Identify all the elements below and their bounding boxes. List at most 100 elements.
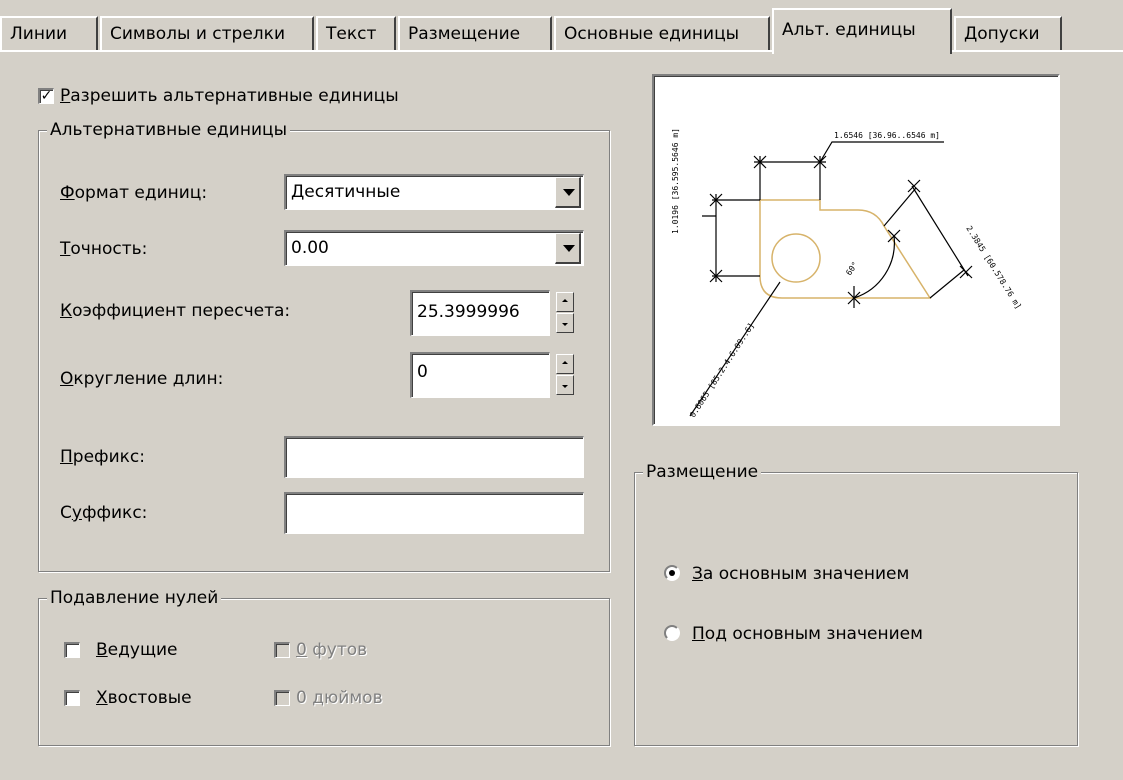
suffix-label: Суффикс:	[60, 502, 147, 524]
hotkey: О	[60, 369, 74, 389]
arrow-up-icon	[562, 361, 568, 364]
tab-alternate-units[interactable]: Альт. единицы	[772, 8, 952, 54]
tab-primary-units[interactable]: Основные единицы	[554, 16, 770, 50]
hotkey: 0	[296, 640, 307, 660]
tick-marks	[709, 155, 973, 305]
tab-fit[interactable]: Размещение	[398, 16, 552, 50]
precision-dropdown-button[interactable]	[555, 233, 581, 264]
leading-zeros-label[interactable]: Ведущие	[96, 639, 177, 661]
below-primary-label[interactable]: Под основным значением	[692, 623, 923, 645]
select-value: 0.00	[291, 238, 329, 258]
label-text: азрешить альтернативные единицы	[70, 86, 399, 106]
label-text: 0	[296, 688, 313, 708]
zero-feet-checkbox[interactable]	[274, 642, 290, 658]
right-dimension-label: 2.3845 [60.578.76 m]	[964, 224, 1023, 310]
below-primary-radio[interactable]	[664, 625, 680, 641]
tab-label: Допуски	[964, 24, 1040, 44]
input-value: 0	[417, 362, 428, 382]
tab-tolerances[interactable]: Допуски	[954, 16, 1062, 50]
label-text: рефикс:	[72, 447, 145, 467]
hotkey: Т	[60, 239, 71, 259]
radio-dot	[669, 570, 675, 576]
label-text: очность:	[70, 239, 148, 259]
enable-alt-units-label[interactable]: Разрешить альтернативные единицы	[60, 85, 399, 107]
zero-feet-label: 0 футов	[296, 639, 367, 661]
label-text: ормат единиц:	[74, 183, 208, 203]
dimension-labels: 1.6546 [36.96..6546 m] 1.0196 [36.595.56…	[671, 128, 1023, 419]
prefix-input[interactable]	[284, 436, 584, 478]
round-spin-up[interactable]	[556, 354, 574, 374]
tab-lines[interactable]: Линии	[0, 16, 98, 50]
hotkey: В	[96, 640, 108, 660]
arrow-down-icon	[562, 323, 568, 326]
group-title: Размещение	[643, 461, 762, 483]
label-text: ффикс:	[81, 503, 148, 523]
part-outline	[759, 199, 932, 299]
tab-symbols-arrows[interactable]: Символы и стрелки	[100, 16, 314, 50]
group-title: Альтернативные единицы	[47, 119, 290, 141]
round-spin-down[interactable]	[556, 375, 574, 395]
after-primary-label[interactable]: За основным значением	[692, 563, 909, 585]
input-value: 25.3999996	[417, 302, 520, 322]
label-text: кругление длин:	[73, 369, 224, 389]
label-text: а основным значением	[702, 564, 910, 584]
suffix-input[interactable]	[284, 492, 584, 534]
enable-alt-units-checkbox[interactable]: ✓	[38, 88, 54, 104]
tab-text[interactable]: Текст	[316, 16, 396, 50]
dimension-preview: 1.6546 [36.96..6546 m] 1.0196 [36.595.56…	[652, 74, 1060, 426]
trailing-zeros-checkbox[interactable]	[64, 690, 80, 706]
label-text: юймов	[324, 688, 383, 708]
after-primary-radio[interactable]	[664, 565, 680, 581]
precision-select[interactable]: 0.00	[284, 230, 584, 266]
chevron-down-icon	[563, 245, 575, 252]
unit-format-dropdown-button[interactable]	[555, 177, 581, 208]
round-label: Округление длин:	[60, 368, 223, 390]
hotkey: у	[71, 503, 82, 523]
top-dimension-label: 1.6546 [36.96..6546 m]	[834, 131, 940, 140]
hotkey: П	[692, 624, 705, 644]
angle-dimension-label: 60°	[844, 260, 860, 277]
precision-label: Точность:	[60, 238, 147, 260]
left-dimension-label: 1.0196 [36.595.5646 m]	[671, 128, 680, 234]
zero-inches-checkbox[interactable]	[274, 690, 290, 706]
hotkey: Ф	[60, 183, 75, 203]
tab-label: Линии	[10, 24, 68, 44]
label-text: оэффициент пересчета:	[72, 301, 291, 321]
tab-label: Текст	[326, 24, 377, 44]
trailing-zeros-label[interactable]: Хвостовые	[96, 687, 192, 709]
label-text: едущие	[107, 640, 178, 660]
group-title: Подавление нулей	[47, 587, 222, 609]
placement-group: Размещение	[634, 461, 1078, 746]
unit-format-label: Формат единиц:	[60, 182, 207, 204]
multiplier-spin-up[interactable]	[556, 292, 574, 312]
unit-format-select[interactable]: Десятичные	[284, 174, 584, 210]
leading-zeros-checkbox[interactable]	[64, 642, 80, 658]
label-text: С	[60, 503, 72, 523]
prefix-label: Префикс:	[60, 446, 145, 468]
diagonal-dimension-label: 0.6065 [85.2.4.6.09..6]	[688, 321, 756, 419]
dimension-lines	[689, 141, 969, 417]
tab-label: Символы и стрелки	[110, 24, 285, 44]
tab-label: Размещение	[408, 24, 521, 44]
arrow-up-icon	[562, 299, 568, 302]
tab-strip: Линии Символы и стрелки Текст Размещение…	[0, 0, 1123, 54]
arrow-down-icon	[562, 385, 568, 388]
tab-label: Альт. единицы	[782, 20, 916, 40]
tab-label: Основные единицы	[564, 24, 740, 44]
multiplier-input[interactable]: 25.3999996	[410, 290, 550, 336]
label-text: футов	[306, 640, 368, 660]
hotkey: З	[692, 564, 703, 584]
preview-drawing: 1.6546 [36.96..6546 m] 1.0196 [36.595.56…	[671, 128, 1023, 419]
label-text: востовые	[107, 688, 192, 708]
chevron-down-icon	[563, 189, 575, 196]
multiplier-label: Коэффициент пересчета:	[60, 300, 290, 322]
hotkey: д	[312, 688, 324, 708]
zero-inches-label: 0 дюймов	[296, 687, 383, 709]
hotkey: Р	[60, 86, 71, 106]
hotkey: Х	[96, 688, 108, 708]
label-text: од основным значением	[704, 624, 923, 644]
hotkey: П	[60, 447, 73, 467]
multiplier-spin-down[interactable]	[556, 313, 574, 333]
round-input[interactable]: 0	[410, 352, 550, 398]
select-value: Десятичные	[291, 182, 401, 202]
